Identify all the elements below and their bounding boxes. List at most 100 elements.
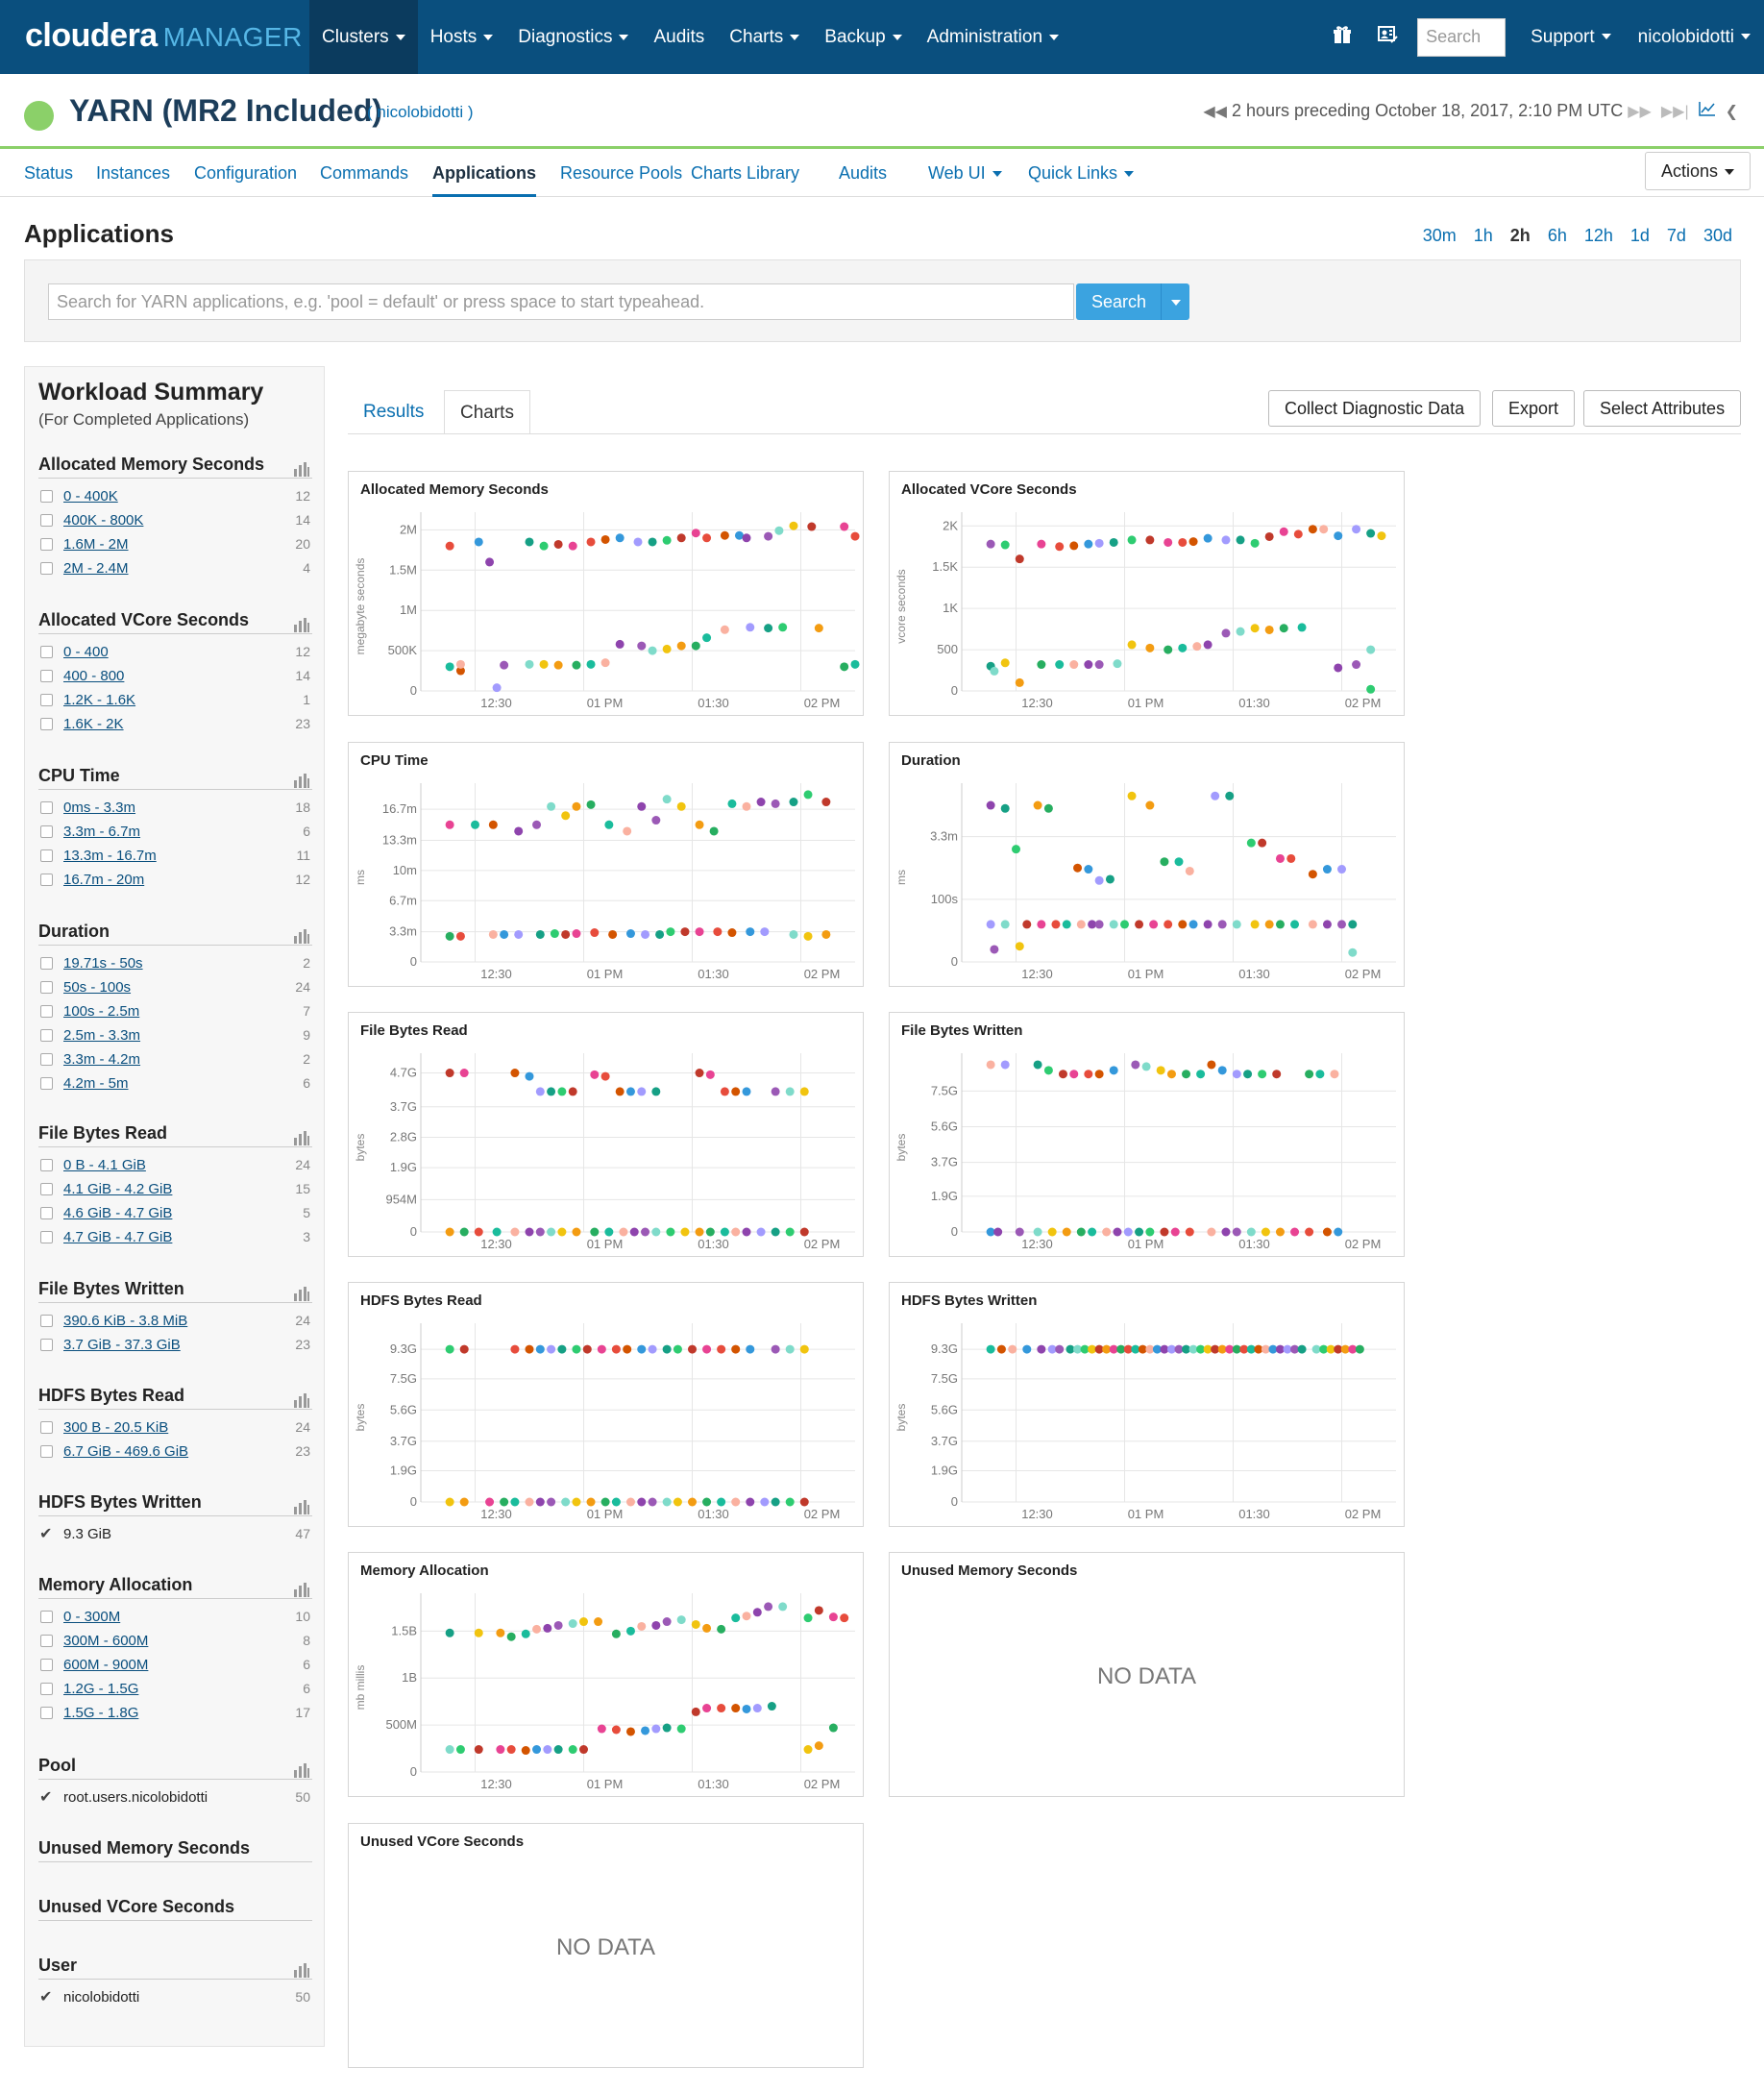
range-12h[interactable]: 12h: [1584, 226, 1613, 246]
range-1h[interactable]: 1h: [1474, 226, 1493, 246]
range-2h[interactable]: 2h: [1510, 226, 1531, 246]
filter-option[interactable]: 0 B - 4.1 GiB 24: [38, 1153, 312, 1177]
filter-option-label[interactable]: 600M - 900M: [63, 1657, 148, 1673]
filter-option[interactable]: 19.71s - 50s 2: [38, 951, 312, 975]
forward-icon[interactable]: ▶▶: [1628, 102, 1652, 121]
export-button[interactable]: Export: [1492, 390, 1576, 427]
filter-checkbox[interactable]: [40, 1005, 53, 1018]
filter-option-label[interactable]: 300 B - 20.5 KiB: [63, 1419, 168, 1436]
tab-charts-library[interactable]: Charts Library: [691, 149, 799, 197]
nav-backup[interactable]: Backup: [812, 0, 914, 74]
filter-option-label[interactable]: 0 - 400K: [63, 488, 118, 505]
chevron-left-icon[interactable]: ❮: [1726, 102, 1738, 121]
filter-option-label[interactable]: 3.3m - 6.7m: [63, 824, 140, 840]
filter-checkbox[interactable]: [40, 825, 53, 838]
filter-option[interactable]: 4.7 GiB - 4.7 GiB 3: [38, 1225, 312, 1249]
filter-option[interactable]: 2.5m - 3.3m 9: [38, 1023, 312, 1047]
filter-checkbox[interactable]: [40, 957, 53, 970]
filter-option[interactable]: 0 - 400K 12: [38, 484, 312, 508]
select-attributes-button[interactable]: Select Attributes: [1583, 390, 1742, 427]
filter-option-label[interactable]: 0 B - 4.1 GiB: [63, 1157, 146, 1173]
filter-option-label[interactable]: 6.7 GiB - 469.6 GiB: [63, 1443, 188, 1460]
filter-checkbox[interactable]: [40, 718, 53, 730]
bar-chart-icon[interactable]: [293, 1125, 310, 1145]
filter-option-label[interactable]: 2.5m - 3.3m: [63, 1027, 140, 1044]
filter-option-label[interactable]: 19.71s - 50s: [63, 955, 143, 972]
filter-checkbox[interactable]: [40, 1707, 53, 1719]
search-button[interactable]: Search: [1076, 283, 1189, 320]
filter-option[interactable]: 300M - 600M 8: [38, 1629, 312, 1653]
filter-checkbox[interactable]: [40, 538, 53, 551]
filter-checkbox[interactable]: [40, 1029, 53, 1042]
filter-checkbox[interactable]: [40, 849, 53, 862]
bar-chart-icon[interactable]: [293, 1494, 310, 1514]
filter-option-label[interactable]: 0ms - 3.3m: [63, 800, 135, 816]
filter-option[interactable]: 1.2G - 1.5G 6: [38, 1677, 312, 1701]
nav-charts[interactable]: Charts: [717, 0, 812, 74]
range-6h[interactable]: 6h: [1548, 226, 1567, 246]
filter-option[interactable]: 3.3m - 4.2m 2: [38, 1047, 312, 1071]
filter-option[interactable]: 1.6K - 2K 23: [38, 712, 312, 736]
filter-option-label[interactable]: 1.2K - 1.6K: [63, 692, 135, 708]
chart-icon[interactable]: [1698, 101, 1716, 121]
filter-option[interactable]: 16.7m - 20m 12: [38, 868, 312, 892]
applications-search-input[interactable]: [48, 283, 1074, 320]
filter-checkbox[interactable]: [40, 1159, 53, 1171]
filter-checkbox[interactable]: [40, 1207, 53, 1219]
bar-chart-icon[interactable]: [293, 612, 310, 632]
filter-checkbox[interactable]: [40, 1421, 53, 1434]
filter-checkbox[interactable]: [40, 514, 53, 527]
filter-option[interactable]: ✔ nicolobidotti 50: [38, 1985, 312, 2009]
filter-option-label[interactable]: 50s - 100s: [63, 979, 131, 996]
filter-option[interactable]: 50s - 100s 24: [38, 975, 312, 999]
tab-charts[interactable]: Charts: [444, 390, 530, 434]
filter-option[interactable]: 3.7 GiB - 37.3 GiB 23: [38, 1333, 312, 1357]
user-menu[interactable]: nicolobidotti: [1638, 27, 1751, 48]
filter-checkbox[interactable]: [40, 1635, 53, 1647]
filter-checkbox[interactable]: [40, 1683, 53, 1695]
nav-hosts[interactable]: Hosts: [418, 0, 506, 74]
filter-option[interactable]: 0 - 400 12: [38, 640, 312, 664]
filter-checkbox[interactable]: [40, 646, 53, 658]
nav-audits[interactable]: Audits: [641, 0, 717, 74]
filter-option[interactable]: 300 B - 20.5 KiB 24: [38, 1415, 312, 1440]
nav-clusters[interactable]: Clusters: [309, 0, 418, 74]
filter-option-label[interactable]: 4.1 GiB - 4.2 GiB: [63, 1181, 172, 1197]
global-search-input[interactable]: Search: [1417, 17, 1507, 57]
filter-checkbox[interactable]: [40, 1077, 53, 1090]
user-card-icon[interactable]: [1377, 25, 1400, 50]
filter-option-label[interactable]: 13.3m - 16.7m: [63, 848, 157, 864]
filter-option-label[interactable]: 100s - 2.5m: [63, 1003, 139, 1020]
rewind-icon[interactable]: ◀◀: [1203, 102, 1227, 121]
tab-web-ui[interactable]: Web UI: [928, 149, 1002, 197]
filter-option[interactable]: 2M - 2.4M 4: [38, 556, 312, 580]
bar-chart-icon[interactable]: [293, 456, 310, 477]
filter-option-label[interactable]: 4.2m - 5m: [63, 1075, 129, 1092]
service-owner-link[interactable]: ( nicolobidotti ): [367, 103, 474, 122]
filter-option-label[interactable]: 390.6 KiB - 3.8 MiB: [63, 1313, 187, 1329]
filter-option-label[interactable]: 1.2G - 1.5G: [63, 1681, 138, 1697]
filter-option[interactable]: 3.3m - 6.7m 6: [38, 820, 312, 844]
tab-quick-links[interactable]: Quick Links: [1028, 149, 1135, 197]
tab-configuration[interactable]: Configuration: [194, 149, 297, 197]
filter-option[interactable]: ✔ 9.3 GiB 47: [38, 1522, 312, 1546]
filter-option[interactable]: 400K - 800K 14: [38, 508, 312, 532]
filter-option[interactable]: 100s - 2.5m 7: [38, 999, 312, 1023]
filter-checkbox[interactable]: [40, 801, 53, 814]
filter-checkbox[interactable]: [40, 1053, 53, 1066]
nav-diagnostics[interactable]: Diagnostics: [505, 0, 641, 74]
filter-option[interactable]: 1.6M - 2M 20: [38, 532, 312, 556]
range-1d[interactable]: 1d: [1630, 226, 1650, 246]
time-range-label[interactable]: 2 hours preceding October 18, 2017, 2:10…: [1232, 101, 1623, 121]
filter-option[interactable]: 600M - 900M 6: [38, 1653, 312, 1677]
filter-option-label[interactable]: 4.7 GiB - 4.7 GiB: [63, 1229, 172, 1245]
gift-icon[interactable]: [1331, 25, 1354, 50]
collect-diagnostic-data-button[interactable]: Collect Diagnostic Data: [1268, 390, 1482, 427]
filter-option-label[interactable]: 1.5G - 1.8G: [63, 1705, 138, 1721]
filter-option-label[interactable]: 0 - 300M: [63, 1609, 120, 1625]
tab-audits[interactable]: Audits: [839, 149, 887, 197]
filter-checkbox[interactable]: [40, 1445, 53, 1458]
filter-option-label[interactable]: 4.6 GiB - 4.7 GiB: [63, 1205, 172, 1221]
filter-checkbox[interactable]: [40, 1315, 53, 1327]
filter-option-label[interactable]: 0 - 400: [63, 644, 109, 660]
